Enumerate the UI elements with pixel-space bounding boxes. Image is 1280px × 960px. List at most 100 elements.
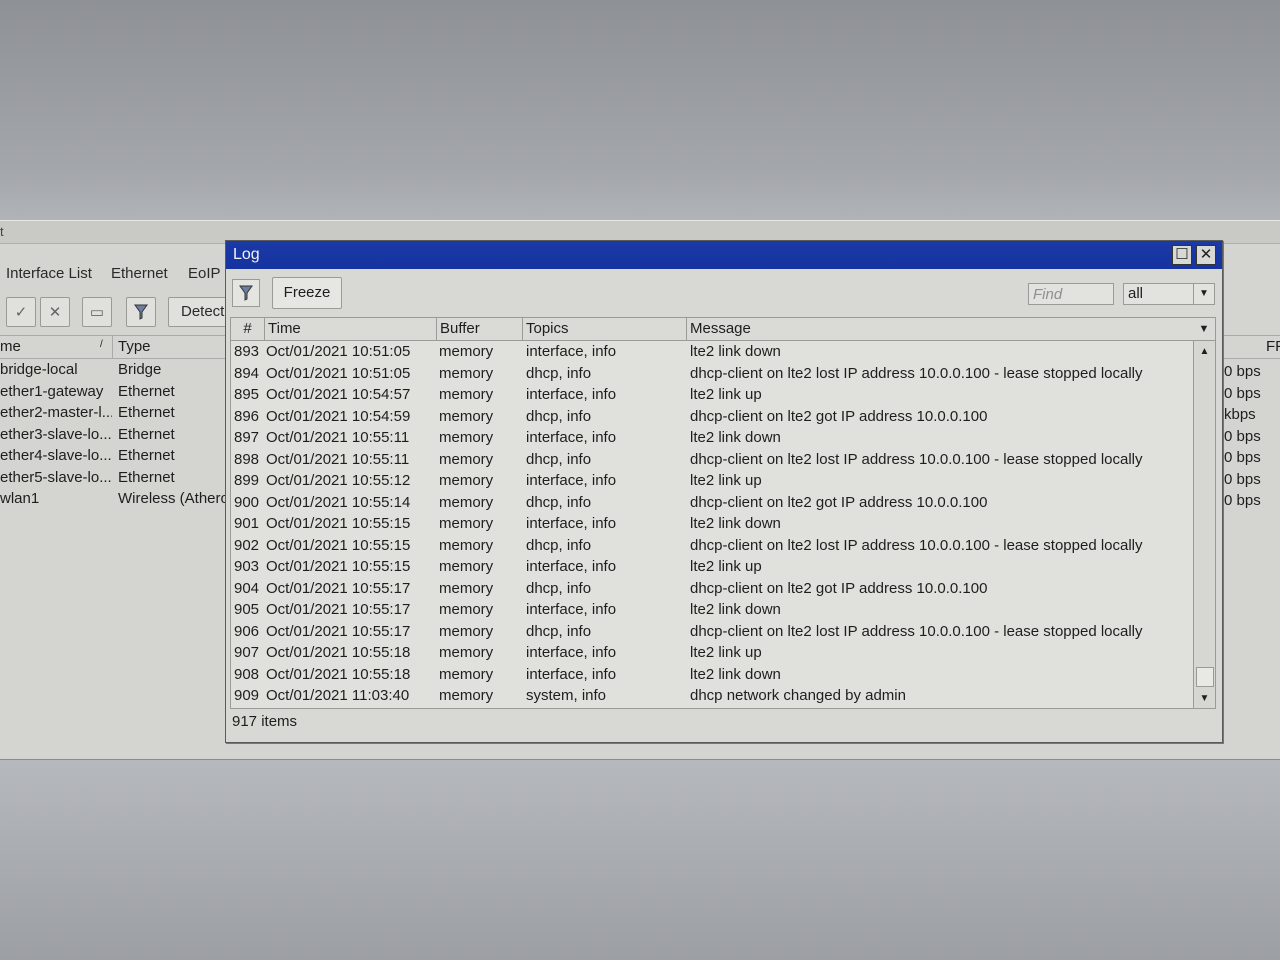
tab-eoip[interactable]: EoIP: [188, 265, 221, 282]
detect-button[interactable]: Detect: [168, 297, 230, 327]
entry-number: 908: [234, 665, 260, 683]
scroll-up-arrow-icon[interactable]: ▲: [1194, 341, 1215, 361]
interfaces-toolbar: ✓ ✕ ▭ Detect: [0, 297, 230, 329]
interface-row[interactable]: bridge-local Bridge: [0, 359, 226, 381]
entry-topics: dhcp, info: [526, 622, 592, 640]
chevron-down-icon[interactable]: ▼: [1193, 284, 1214, 304]
entry-message: lte2 link up: [690, 386, 762, 403]
entry-message: lte2 link up: [690, 558, 762, 575]
entry-buffer: memory: [439, 407, 494, 425]
interfaces-rows: bridge-local Bridge ether1-gateway Etherne…: [0, 359, 226, 510]
entry-message: dhcp-client on lte2 lost IP address 10.0…: [690, 450, 1143, 468]
log-row[interactable]: 898 Oct/01/2021 10:55:11 memory dhcp, info d…: [231, 449, 1193, 471]
column-time[interactable]: Time: [265, 318, 437, 340]
rate-value: kbps: [1224, 406, 1256, 423]
entry-message: lte2 link down: [690, 665, 781, 683]
rate-value: 0 bps: [1224, 384, 1261, 402]
entry-buffer: memory: [439, 429, 494, 446]
column-ff-header[interactable]: FF: [1222, 335, 1280, 359]
column-name[interactable]: me: [0, 336, 113, 358]
log-row[interactable]: 908 Oct/01/2021 10:55:18 memory interface, …: [231, 664, 1193, 686]
log-row[interactable]: 903 Oct/01/2021 10:55:15 memory interface, …: [231, 556, 1193, 578]
rate-value: 0 bps: [1224, 449, 1261, 466]
entry-number: 909: [234, 687, 260, 704]
buffer-select[interactable]: all ▼: [1123, 283, 1215, 305]
entry-time: Oct/01/2021 10:55:17: [266, 579, 411, 597]
log-row[interactable]: 907 Oct/01/2021 10:55:18 memory interface, …: [231, 642, 1193, 664]
log-titlebar[interactable]: Log ☐ ✕: [226, 241, 1222, 269]
entry-message: dhcp-client on lte2 got IP address 10.0.…: [690, 407, 988, 425]
entry-buffer: memory: [439, 472, 494, 489]
interface-name: ether3-slave-lo...: [0, 425, 112, 443]
entry-topics: interface, info: [526, 515, 617, 532]
log-row[interactable]: 897 Oct/01/2021 10:55:11 memory interface, …: [231, 427, 1193, 449]
log-row[interactable]: 901 Oct/01/2021 10:55:15 memory interface, …: [231, 513, 1193, 535]
interface-row[interactable]: wlan1 Wireless (Athero: [0, 488, 226, 510]
interface-type: Ethernet: [118, 404, 175, 421]
entry-topics: dhcp, info: [526, 450, 592, 468]
interface-row[interactable]: ether3-slave-lo... Ethernet: [0, 424, 226, 446]
log-row[interactable]: 894 Oct/01/2021 10:51:05 memory dhcp, info d…: [231, 363, 1193, 385]
interface-row[interactable]: ether5-slave-lo... Ethernet: [0, 467, 226, 489]
entry-time: Oct/01/2021 10:55:15: [266, 536, 411, 554]
enable-button[interactable]: ✓: [6, 297, 36, 327]
log-filter-button[interactable]: [232, 279, 260, 307]
tab-ethernet[interactable]: Ethernet: [111, 265, 168, 282]
interfaces-filter-button[interactable]: [126, 297, 156, 327]
cross-icon: ✕: [48, 304, 62, 321]
log-row[interactable]: 902 Oct/01/2021 10:55:15 memory dhcp, info d…: [231, 535, 1193, 557]
interface-row[interactable]: ether4-slave-lo... Ethernet: [0, 445, 226, 467]
interface-type: Ethernet: [118, 468, 175, 486]
close-button[interactable]: ✕: [1196, 245, 1216, 265]
log-row[interactable]: 900 Oct/01/2021 10:55:14 memory dhcp, info d…: [231, 492, 1193, 514]
comment-button[interactable]: ▭: [82, 297, 112, 327]
column-buffer[interactable]: Buffer: [437, 318, 523, 340]
interface-name: ether2-master-l...: [0, 404, 112, 421]
column-message[interactable]: Message: [687, 318, 1193, 340]
tab-interface-list[interactable]: Interface List: [6, 265, 92, 282]
entry-message: dhcp-client on lte2 got IP address 10.0.…: [690, 493, 988, 511]
log-rows: 893 Oct/01/2021 10:51:05 memory interface, …: [231, 341, 1193, 707]
column-menu-chevron-down-icon[interactable]: ▼: [1193, 318, 1215, 340]
find-input[interactable]: [1028, 283, 1114, 305]
entry-time: Oct/01/2021 10:55:12: [266, 472, 411, 489]
interface-row[interactable]: ether1-gateway Ethernet: [0, 381, 226, 403]
entry-message: dhcp-client on lte2 lost IP address 10.0…: [690, 536, 1143, 554]
column-type[interactable]: Type: [118, 336, 151, 358]
maximize-button[interactable]: ☐: [1172, 245, 1192, 265]
entry-topics: interface, info: [526, 601, 617, 618]
disable-button[interactable]: ✕: [40, 297, 70, 327]
column-number[interactable]: #: [231, 318, 265, 340]
scrollbar-thumb[interactable]: [1196, 667, 1214, 687]
log-row[interactable]: 895 Oct/01/2021 10:54:57 memory interface, …: [231, 384, 1193, 406]
interface-name: ether5-slave-lo...: [0, 468, 112, 486]
log-row[interactable]: 909 Oct/01/2021 11:03:40 memory system, inf…: [231, 685, 1193, 707]
entry-message: lte2 link down: [690, 343, 781, 360]
entry-time: Oct/01/2021 10:55:17: [266, 601, 411, 618]
entry-number: 904: [234, 579, 260, 597]
log-row[interactable]: 905 Oct/01/2021 10:55:17 memory interface, …: [231, 599, 1193, 621]
scroll-down-arrow-icon[interactable]: ▼: [1194, 688, 1215, 708]
entry-topics: interface, info: [526, 472, 617, 489]
log-row[interactable]: 893 Oct/01/2021 10:51:05 memory interface, …: [231, 341, 1193, 363]
entry-time: Oct/01/2021 10:55:18: [266, 665, 411, 683]
interface-name: ether4-slave-lo...: [0, 447, 112, 464]
entry-topics: interface, info: [526, 429, 617, 446]
log-row[interactable]: 899 Oct/01/2021 10:55:12 memory interface, …: [231, 470, 1193, 492]
entry-topics: interface, info: [526, 343, 617, 360]
log-row[interactable]: 906 Oct/01/2021 10:55:17 memory dhcp, info d…: [231, 621, 1193, 643]
interface-row[interactable]: ether2-master-l... Ethernet: [0, 402, 226, 424]
entry-message: dhcp-client on lte2 lost IP address 10.0…: [690, 622, 1143, 640]
log-row[interactable]: 904 Oct/01/2021 10:55:17 memory dhcp, info d…: [231, 578, 1193, 600]
entry-number: 893: [234, 343, 260, 360]
log-scrollbar[interactable]: ▲ ▼: [1193, 341, 1215, 708]
column-topics[interactable]: Topics: [523, 318, 687, 340]
entry-message: dhcp network changed by admin: [690, 687, 906, 704]
log-row[interactable]: 896 Oct/01/2021 10:54:59 memory dhcp, info d…: [231, 406, 1193, 428]
entry-buffer: memory: [439, 622, 494, 640]
entry-time: Oct/01/2021 10:55:14: [266, 493, 411, 511]
funnel-icon: [239, 285, 253, 301]
freeze-button[interactable]: Freeze: [272, 277, 342, 309]
entry-time: Oct/01/2021 10:51:05: [266, 343, 411, 360]
entry-message: lte2 link up: [690, 644, 762, 661]
